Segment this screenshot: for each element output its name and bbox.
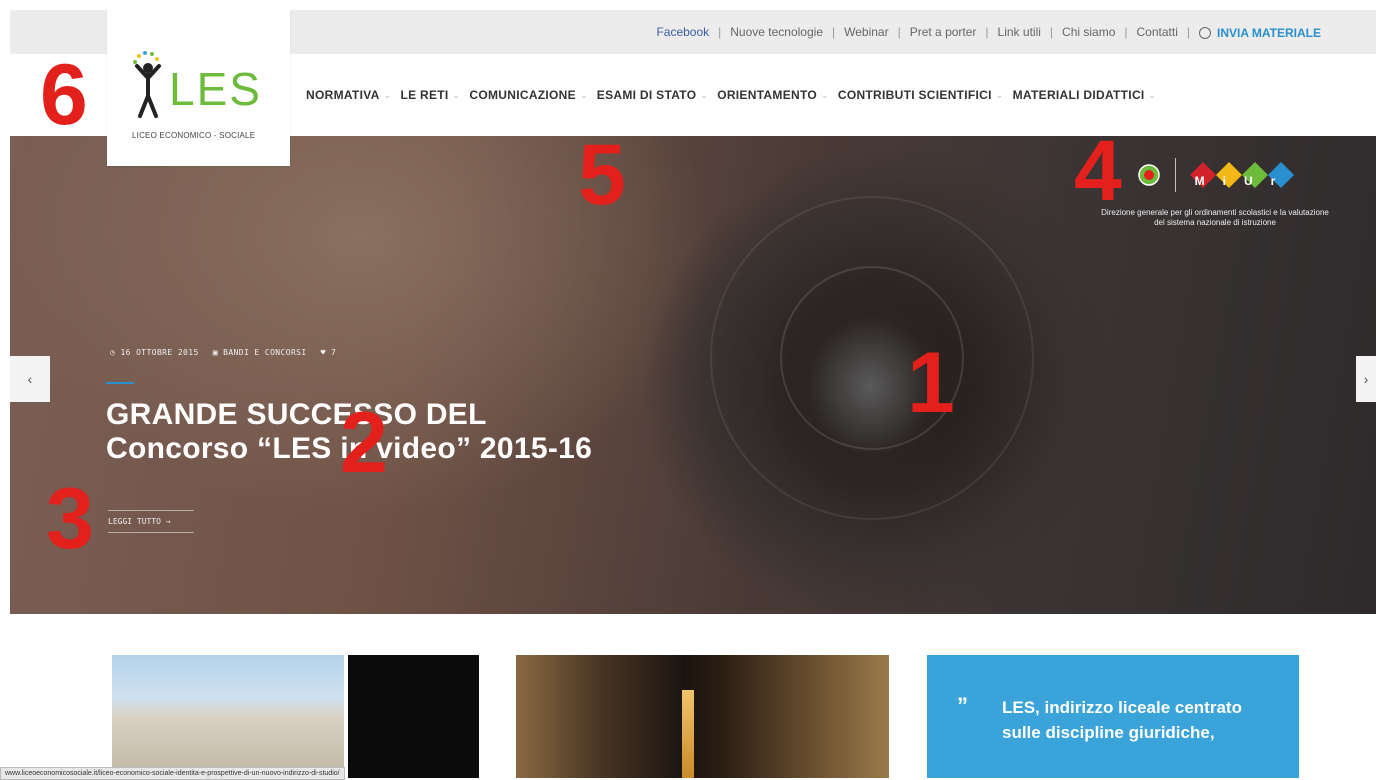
separator: |	[897, 25, 901, 39]
chevron-down-icon: ⌄	[821, 89, 829, 100]
heart-icon: ♥	[320, 348, 326, 357]
send-material-link[interactable]: INVIA MATERIALE	[1199, 25, 1321, 40]
slider-prev-button[interactable]: ‹	[10, 356, 50, 402]
top-links: Facebook | Nuove tecnologie | Webinar | …	[656, 10, 1321, 54]
clock-icon: ◷	[110, 348, 116, 357]
nav-item-contributi-scientifici[interactable]: CONTRIBUTI SCIENTIFICI ⌄	[838, 88, 1013, 102]
chevron-down-icon: ⌄	[700, 89, 709, 100]
miur-caption: Direzione generale per gli ordinamenti s…	[1101, 208, 1329, 227]
logo-subtitle: LICEO ECONOMICO - SOCIALE	[132, 131, 256, 140]
quote-icon: ”	[957, 693, 968, 718]
miur-letter: M	[1194, 174, 1205, 188]
chevron-down-icon: ⌄	[383, 89, 392, 100]
browser-status-url: www.liceoeconomicosociale.it/liceo-econo…	[0, 767, 345, 780]
chevron-down-icon: ⌄	[1148, 89, 1157, 100]
nav-item-label: COMUNICAZIONE	[469, 88, 576, 102]
quote-box: ” LES, indirizzo liceale centrato sulle …	[927, 655, 1299, 778]
post-meta: ◷ 16 OTTOBRE 2015 ▣ BANDI E CONCORSI ♥ 7	[110, 348, 336, 357]
logo-text: LES	[169, 63, 262, 115]
nav-item-normativa[interactable]: NORMATIVA ⌄	[306, 88, 400, 102]
nav-item-label: ESAMI DI STATO	[596, 88, 697, 102]
annotation-1: 1	[907, 335, 955, 431]
chevron-down-icon: ⌄	[452, 89, 461, 100]
nav-item-materiali-didattici[interactable]: MATERIALI DIDATTICI ⌄	[1013, 88, 1166, 102]
nav-item-comunicazione[interactable]: COMUNICAZIONE ⌄	[469, 88, 596, 102]
post-date: ◷ 16 OTTOBRE 2015	[110, 348, 199, 357]
annotation-6: 6	[40, 47, 88, 143]
separator: |	[718, 25, 722, 39]
quote-text: LES, indirizzo liceale centrato sulle di…	[1002, 698, 1242, 742]
chevron-left-icon: ‹	[27, 371, 33, 387]
separator: |	[985, 25, 989, 39]
post-date-text: 16 OTTOBRE 2015	[120, 348, 199, 357]
news-thumbnail-uffizi[interactable]	[516, 655, 889, 778]
emblem-icon	[1137, 164, 1160, 186]
tower-image-detail	[682, 690, 694, 778]
nav-item-label: MATERIALI DIDATTICI	[1012, 88, 1145, 102]
nav-item-orientamento[interactable]: ORIENTAMENTO ⌄	[717, 88, 838, 102]
top-link-chi-siamo[interactable]: Chi siamo	[1062, 25, 1115, 39]
news-thumbnail-building[interactable]	[112, 655, 344, 778]
top-link-nuove-tecnologie[interactable]: Nuove tecnologie	[730, 25, 823, 39]
annotation-2: 2	[340, 395, 388, 491]
user-icon	[1199, 26, 1211, 39]
nav-item-label: ORIENTAMENTO	[717, 88, 818, 102]
nav-item-label: LE RETI	[400, 88, 449, 102]
separator: |	[1049, 25, 1054, 39]
chevron-right-icon: ›	[1363, 371, 1369, 387]
nav-item-le-reti[interactable]: LE RETI ⌄	[400, 88, 469, 102]
read-more-link[interactable]: LEGGI TUTTO →	[108, 510, 194, 533]
miur-letter: r	[1270, 174, 1276, 188]
miur-diamonds	[1189, 162, 1294, 188]
slider-next-button[interactable]: ›	[1356, 356, 1376, 402]
miur-letter: i	[1222, 174, 1226, 188]
annotation-3: 3	[46, 471, 94, 567]
top-link-contatti[interactable]: Contatti	[1137, 25, 1178, 39]
chevron-down-icon: ⌄	[995, 89, 1004, 100]
hero-slider[interactable]: M i U r Direzione generale per gli ordin…	[10, 136, 1376, 614]
annotation-5: 5	[578, 127, 626, 223]
separator: |	[832, 25, 836, 39]
site-logo[interactable]: LES LICEO ECONOMICO - SOCIALE	[107, 10, 290, 166]
miur-logo[interactable]: M i U r Direzione generale per gli ordin…	[1100, 158, 1330, 228]
post-likes-count: 7	[331, 348, 337, 357]
separator: |	[1124, 25, 1128, 39]
chevron-down-icon: ⌄	[579, 89, 588, 100]
post-likes[interactable]: ♥ 7	[321, 348, 337, 357]
main-nav: NORMATIVA ⌄ LE RETI ⌄ COMUNICAZIONE ⌄ ESAMI…	[306, 54, 1165, 136]
post-category[interactable]: ▣ BANDI E CONCORSI	[213, 348, 307, 357]
nav-item-label: CONTRIBUTI SCIENTIFICI	[837, 88, 992, 102]
news-thumbnail-dark[interactable]	[348, 655, 479, 778]
send-material-label: INVIA MATERIALE	[1217, 25, 1321, 40]
post-category-text: BANDI E CONCORSI	[223, 348, 307, 357]
separator: |	[1186, 25, 1190, 39]
divider	[1174, 158, 1176, 192]
title-accent-rule	[106, 382, 134, 384]
miur-letter: U	[1244, 174, 1253, 188]
annotation-4: 4	[1074, 123, 1122, 219]
figure-icon	[133, 51, 161, 118]
nav-item-label: NORMATIVA	[306, 88, 380, 102]
top-link-pret-a-porter[interactable]: Pret a porter	[910, 25, 977, 39]
nav-item-esami-di-stato[interactable]: ESAMI DI STATO ⌄	[597, 88, 717, 102]
calendar-icon: ▣	[212, 348, 218, 357]
top-link-link-utili[interactable]: Link utili	[998, 25, 1041, 39]
top-link-webinar[interactable]: Webinar	[844, 25, 888, 39]
top-link-facebook[interactable]: Facebook	[656, 25, 709, 39]
